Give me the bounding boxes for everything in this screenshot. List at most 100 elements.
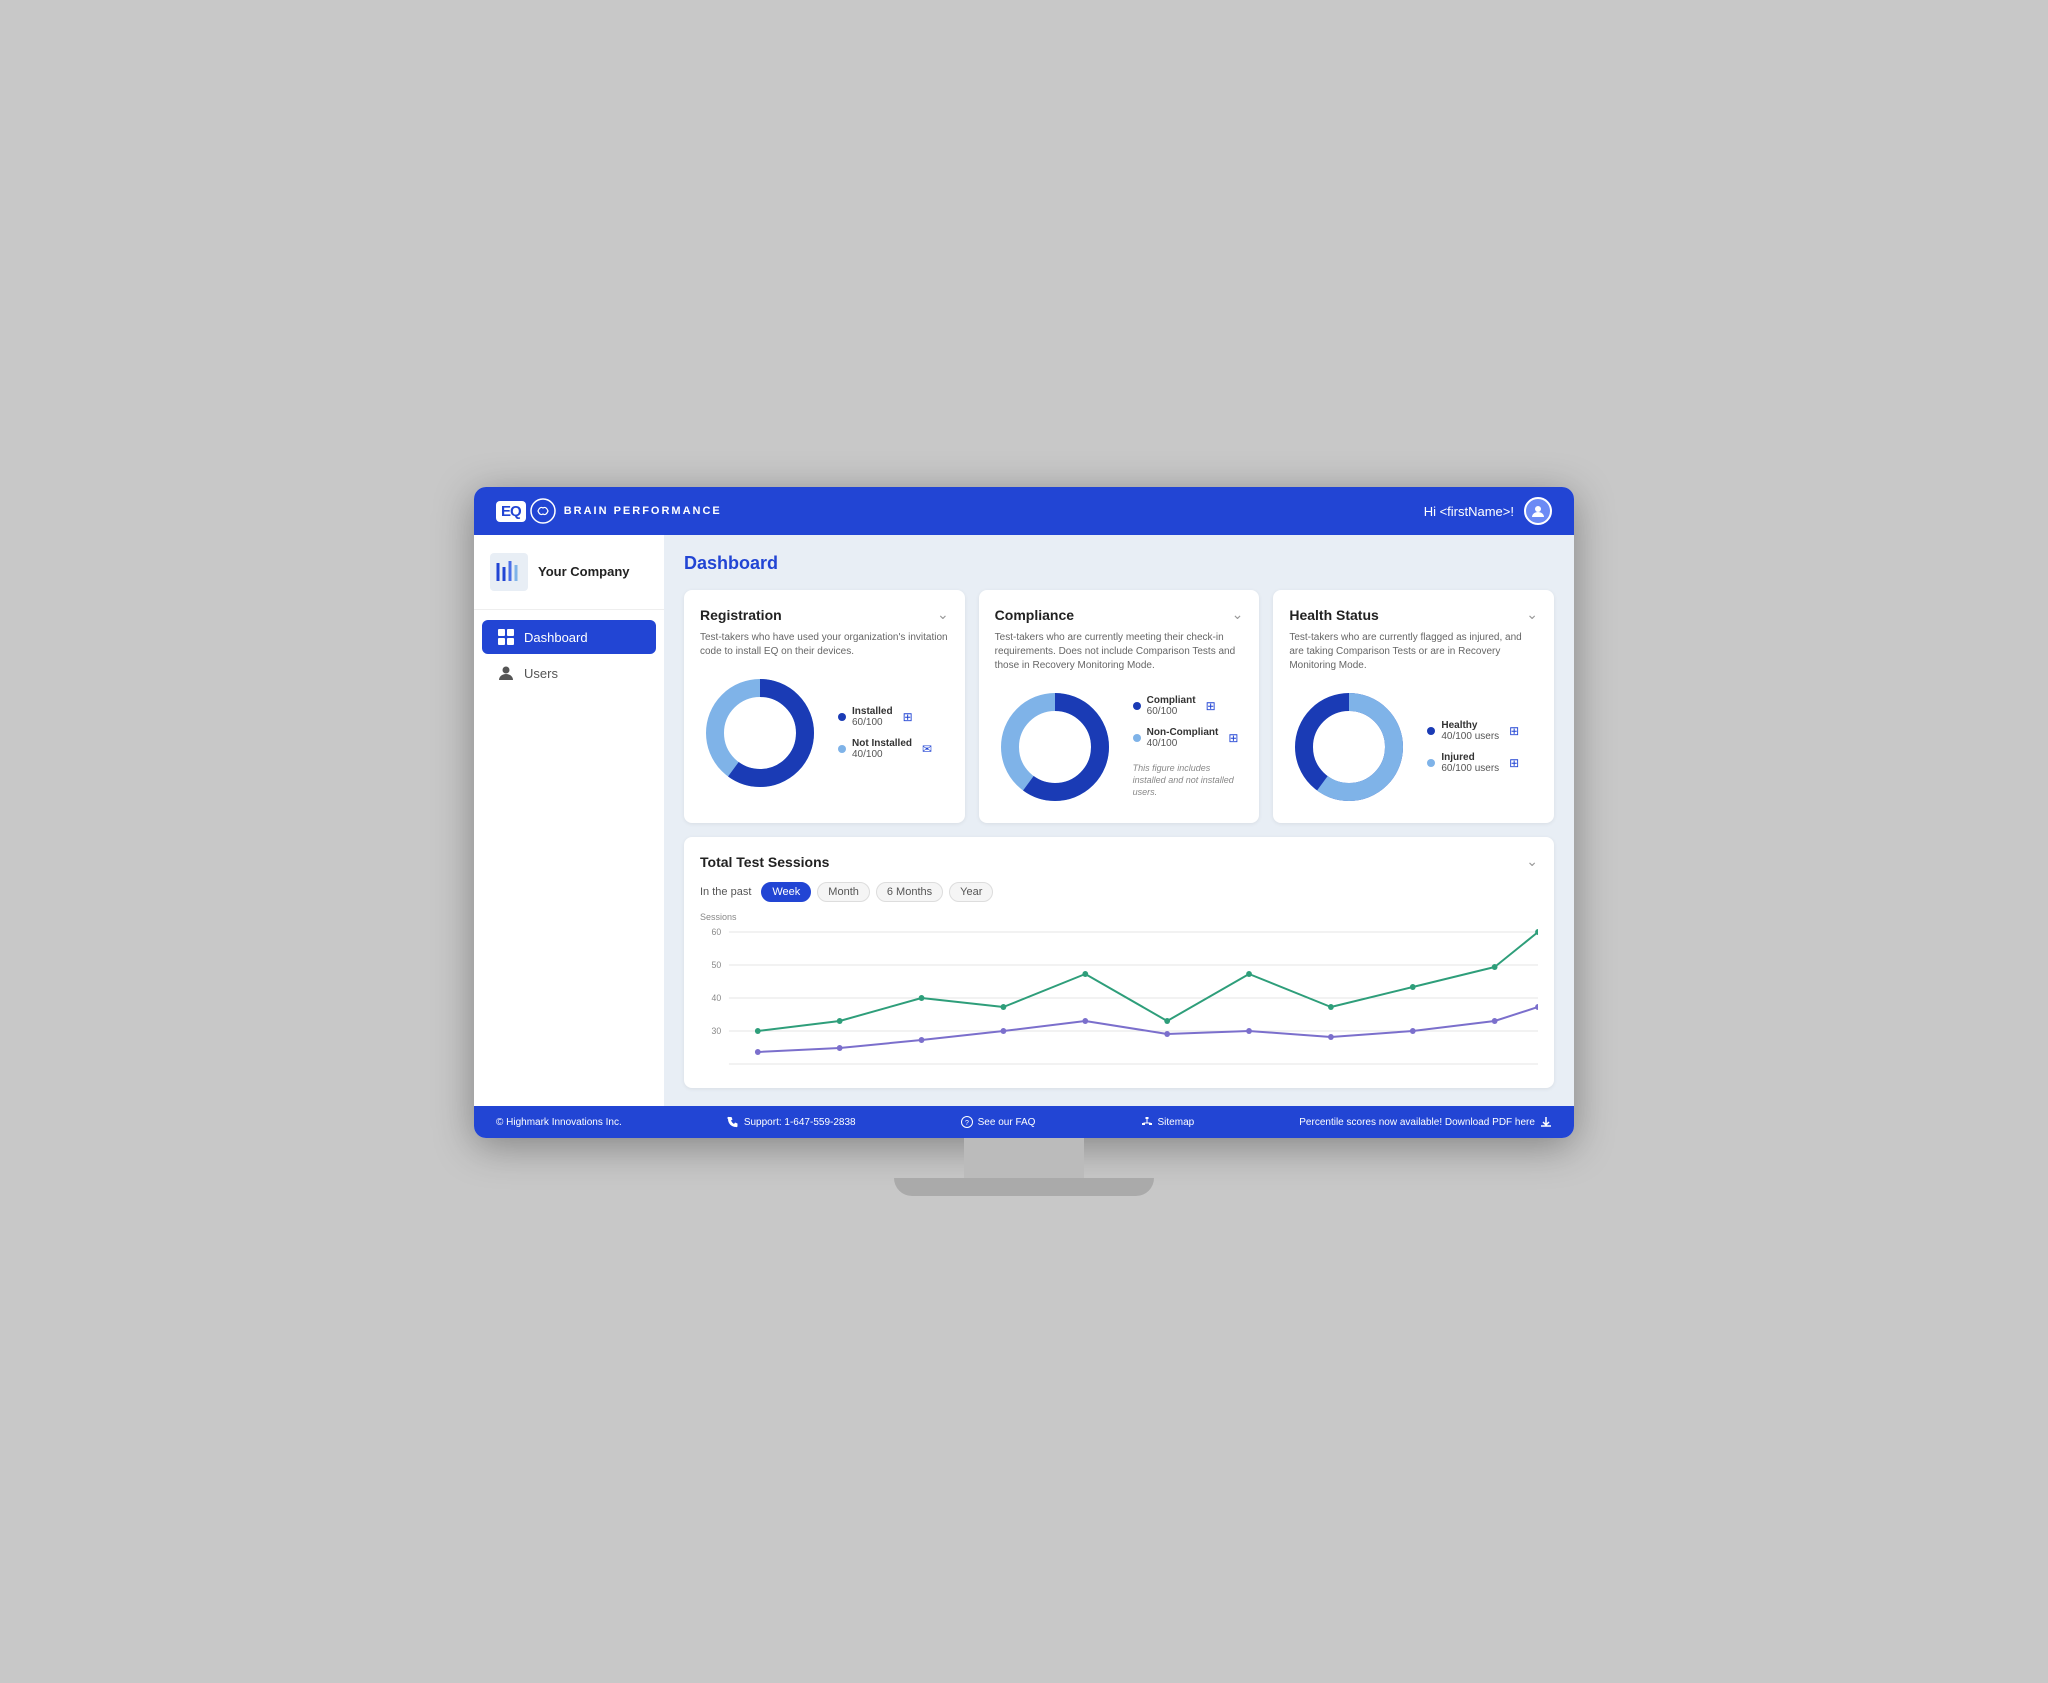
compliance-donut bbox=[995, 687, 1115, 807]
logo-text: BRAIN PERFORMANCE bbox=[564, 505, 722, 517]
footer-copyright: © Highmark Innovations Inc. bbox=[496, 1117, 622, 1128]
content-area: Dashboard Registration ⌄ Test-takers who… bbox=[664, 535, 1574, 1106]
healthy-label: Healthy bbox=[1441, 720, 1499, 731]
monitor-stand-base bbox=[894, 1178, 1154, 1196]
company-info: Your Company bbox=[474, 553, 664, 610]
health-desc: Test-takers who are currently flagged as… bbox=[1289, 631, 1538, 673]
avatar-icon bbox=[1530, 503, 1546, 519]
filter-year[interactable]: Year bbox=[949, 882, 993, 902]
healthy-legend: Healthy 40/100 users ⊞ bbox=[1427, 720, 1519, 742]
page-title: Dashboard bbox=[684, 553, 1554, 574]
users-icon bbox=[498, 665, 514, 681]
non-compliant-label: Non-Compliant bbox=[1147, 727, 1219, 738]
health-status-card: Health Status ⌄ Test-takers who are curr… bbox=[1273, 590, 1554, 823]
installed-value: 60/100 bbox=[852, 717, 893, 728]
nav-right: Hi <firstName>! bbox=[1424, 497, 1552, 525]
compliance-note: This figure includes installed and not i… bbox=[1133, 763, 1244, 798]
monitor-stand-neck bbox=[964, 1138, 1084, 1178]
filter-week[interactable]: Week bbox=[761, 882, 811, 902]
compliance-body: Compliant 60/100 ⊞ Non-Compliant bbox=[995, 687, 1244, 807]
installed-legend: Installed 60/100 ⊞ bbox=[838, 706, 932, 728]
download-icon bbox=[1540, 1116, 1552, 1128]
svg-text:50: 50 bbox=[712, 960, 722, 970]
dashboard-label: Dashboard bbox=[524, 630, 588, 645]
injured-label: Injured bbox=[1441, 752, 1499, 763]
cards-row: Registration ⌄ Test-takers who have used… bbox=[684, 590, 1554, 823]
company-name: Your Company bbox=[538, 564, 630, 580]
health-donut bbox=[1289, 687, 1409, 807]
compliance-title: Compliance bbox=[995, 607, 1074, 623]
main-layout: Your Company Dashboard bbox=[474, 535, 1574, 1106]
footer-support[interactable]: Support: 1-647-559-2838 bbox=[727, 1116, 856, 1128]
registration-chevron[interactable]: ⌄ bbox=[937, 606, 949, 623]
health-body: Healthy 40/100 users ⊞ Injured bbox=[1289, 687, 1538, 807]
installed-label: Installed bbox=[852, 706, 893, 717]
footer: © Highmark Innovations Inc. Support: 1-6… bbox=[474, 1106, 1574, 1138]
non-compliant-dot bbox=[1133, 734, 1141, 742]
footer-download[interactable]: Percentile scores now available! Downloa… bbox=[1299, 1116, 1552, 1128]
sessions-card: Total Test Sessions ⌄ In the past Week M… bbox=[684, 837, 1554, 1088]
svg-text:?: ? bbox=[965, 1120, 969, 1127]
brain-icon bbox=[530, 498, 556, 524]
chart-area: Sessions 60 50 40 30 bbox=[700, 912, 1538, 1072]
registration-body: Installed 60/100 ⊞ Not Installed bbox=[700, 673, 949, 793]
footer-faq[interactable]: ? See our FAQ bbox=[961, 1116, 1036, 1128]
user-avatar[interactable] bbox=[1524, 497, 1552, 525]
logo-badge: EQ bbox=[496, 501, 526, 522]
compliant-legend: Compliant 60/100 ⊞ bbox=[1133, 695, 1244, 717]
compliant-dot bbox=[1133, 702, 1141, 710]
injured-legend: Injured 60/100 users ⊞ bbox=[1427, 752, 1519, 774]
compliance-card: Compliance ⌄ Test-takers who are current… bbox=[979, 590, 1260, 823]
svg-text:60: 60 bbox=[712, 927, 722, 937]
health-title: Health Status bbox=[1289, 607, 1378, 623]
compliance-header: Compliance ⌄ bbox=[995, 606, 1244, 623]
sidebar-item-dashboard[interactable]: Dashboard bbox=[482, 620, 656, 654]
dashboard-icon bbox=[498, 629, 514, 645]
injured-value: 60/100 users bbox=[1441, 763, 1499, 774]
sessions-title: Total Test Sessions bbox=[700, 854, 829, 870]
svg-text:30: 30 bbox=[712, 1026, 722, 1036]
registration-desc: Test-takers who have used your organizat… bbox=[700, 631, 949, 659]
filter-month[interactable]: Month bbox=[817, 882, 870, 902]
download-text: Percentile scores now available! Downloa… bbox=[1299, 1117, 1535, 1128]
footer-sitemap[interactable]: Sitemap bbox=[1141, 1116, 1195, 1128]
sidebar-item-users[interactable]: Users bbox=[482, 656, 656, 690]
logo: EQ BRAIN PERFORMANCE bbox=[496, 498, 722, 524]
faq-icon: ? bbox=[961, 1116, 973, 1128]
installed-export-icon[interactable]: ⊞ bbox=[903, 710, 913, 724]
healthy-export-icon[interactable]: ⊞ bbox=[1509, 724, 1519, 738]
not-installed-value: 40/100 bbox=[852, 749, 912, 760]
non-compliant-legend: Non-Compliant 40/100 ⊞ bbox=[1133, 727, 1244, 749]
health-chevron[interactable]: ⌄ bbox=[1526, 606, 1538, 623]
not-installed-dot bbox=[838, 745, 846, 753]
registration-title: Registration bbox=[700, 607, 782, 623]
compliant-label: Compliant bbox=[1147, 695, 1196, 706]
sitemap-text: Sitemap bbox=[1158, 1117, 1195, 1128]
injured-dot bbox=[1427, 759, 1435, 767]
health-legend: Healthy 40/100 users ⊞ Injured bbox=[1427, 720, 1519, 774]
users-label: Users bbox=[524, 666, 558, 681]
not-installed-label: Not Installed bbox=[852, 738, 912, 749]
filter-label: In the past bbox=[700, 886, 751, 898]
phone-icon bbox=[727, 1116, 739, 1128]
compliance-desc: Test-takers who are currently meeting th… bbox=[995, 631, 1244, 673]
copyright-text: © Highmark Innovations Inc. bbox=[496, 1117, 622, 1128]
filter-row: In the past Week Month 6 Months Year bbox=[700, 882, 1538, 902]
faq-text: See our FAQ bbox=[978, 1117, 1036, 1128]
non-compliant-export-icon[interactable]: ⊞ bbox=[1228, 731, 1238, 745]
health-header: Health Status ⌄ bbox=[1289, 606, 1538, 623]
installed-dot bbox=[838, 713, 846, 721]
filter-6months[interactable]: 6 Months bbox=[876, 882, 943, 902]
greeting-text: Hi <firstName>! bbox=[1424, 504, 1514, 519]
not-installed-export-icon[interactable]: ✉ bbox=[922, 742, 932, 756]
sitemap-icon bbox=[1141, 1116, 1153, 1128]
sessions-header: Total Test Sessions ⌄ bbox=[700, 853, 1538, 870]
healthy-value: 40/100 users bbox=[1441, 731, 1499, 742]
sessions-chevron[interactable]: ⌄ bbox=[1526, 853, 1538, 870]
compliant-export-icon[interactable]: ⊞ bbox=[1206, 699, 1216, 713]
registration-legend: Installed 60/100 ⊞ Not Installed bbox=[838, 706, 932, 760]
non-compliant-value: 40/100 bbox=[1147, 738, 1219, 749]
compliance-chevron[interactable]: ⌄ bbox=[1232, 606, 1244, 623]
company-logo-icon bbox=[490, 553, 528, 591]
injured-export-icon[interactable]: ⊞ bbox=[1509, 756, 1519, 770]
